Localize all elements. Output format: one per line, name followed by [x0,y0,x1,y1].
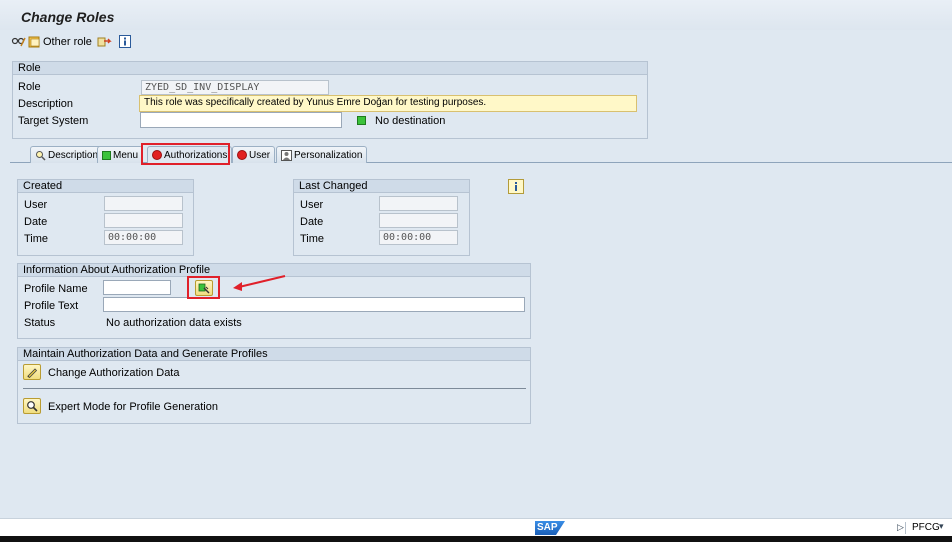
created-user-field[interactable] [104,196,183,211]
maintain-separator [23,388,526,389]
menu-status-icon [102,150,111,160]
created-user-label: User [24,199,48,211]
other-role-button[interactable]: Other role [28,35,92,48]
role-group: Role Role ZYED_SD_INV_DISPLAY Descriptio… [12,61,648,139]
created-group: Created User Date Time 00:00:00 [17,179,194,256]
tab-user-label: User [249,149,271,161]
status-bar: SAP ▷ PFCG ▾ [0,518,952,536]
transaction-code: PFCG [912,522,940,533]
magnifier-doc-icon [35,150,46,161]
profile-button-highlight [187,276,220,299]
last-changed-group: Last Changed User Date Time 00:00:00 [293,179,470,256]
status-label: Status [24,317,56,329]
status-expand-icon[interactable]: ▷ [897,522,904,533]
other-role-label: Other role [43,35,92,48]
destination-status-icon [357,116,366,125]
expert-mode-button[interactable] [23,398,41,414]
magnifier-icon [27,401,38,412]
changed-user-label: User [300,199,324,211]
info-icon [515,182,517,191]
created-time-field[interactable]: 00:00:00 [104,230,183,245]
maintain-group: Maintain Authorization Data and Generate… [17,347,531,424]
user-status-icon [237,150,247,160]
transport-button[interactable] [97,35,112,48]
personalization-icon [281,149,292,161]
role-label: Role [18,81,41,93]
role-group-title: Role [13,62,647,75]
title-bar: Change Roles [0,0,952,30]
maintain-group-title: Maintain Authorization Data and Generate… [18,348,530,361]
glasses-pencil-icon [11,35,26,49]
target-system-label: Target System [18,115,89,127]
created-date-label: Date [24,216,48,228]
red-arrow-annotation [233,275,286,291]
application-toolbar: Other role [0,32,952,54]
status-divider [905,522,906,534]
changed-user-field[interactable] [379,196,458,211]
changed-date-field[interactable] [379,213,458,228]
changed-time-field[interactable]: 00:00:00 [379,230,458,245]
authorizations-highlight [141,143,230,165]
change-authorization-data-button[interactable] [23,364,41,380]
changed-time-label: Time [300,233,325,245]
pencil-icon [27,368,38,378]
destination-status-text: No destination [375,115,446,127]
last-changed-group-title: Last Changed [294,180,469,193]
created-group-title: Created [18,180,193,193]
tab-menu-label: Menu [113,149,139,161]
bottom-strip [0,536,952,542]
profile-name-label: Profile Name [24,283,88,295]
tab-personalization[interactable]: Personalization [276,146,368,163]
tab-description-label: Description [48,149,99,161]
folder-icon [28,35,41,48]
tab-personalization-label: Personalization [294,149,363,161]
created-time-label: Time [24,233,49,245]
profile-text-field[interactable] [103,297,525,312]
description-label: Description [18,98,74,110]
changed-date-label: Date [300,216,324,228]
tab-menu[interactable]: Menu [97,146,144,163]
toggle-display-change-button[interactable] [11,35,26,49]
tab-user[interactable]: User [232,146,276,163]
created-date-field[interactable] [104,213,183,228]
role-field[interactable]: ZYED_SD_INV_DISPLAY [141,80,329,95]
info-icon [119,35,131,48]
sap-logo: SAP [535,521,565,535]
target-system-field[interactable] [140,112,342,128]
page-title: Change Roles [21,9,115,25]
profile-name-field[interactable] [103,280,171,295]
description-field[interactable]: This role was specifically created by Yu… [139,95,637,112]
expert-mode-label[interactable]: Expert Mode for Profile Generation [48,400,218,414]
status-value: No authorization data exists [106,317,242,329]
profile-text-label: Profile Text [24,300,79,312]
tab-description[interactable]: Description [30,146,104,163]
info-button[interactable] [508,179,524,194]
information-button[interactable] [119,35,131,48]
status-more-icon[interactable]: ▾ [939,521,944,532]
transport-icon [97,35,112,48]
change-authorization-data-label[interactable]: Change Authorization Data [48,366,179,380]
